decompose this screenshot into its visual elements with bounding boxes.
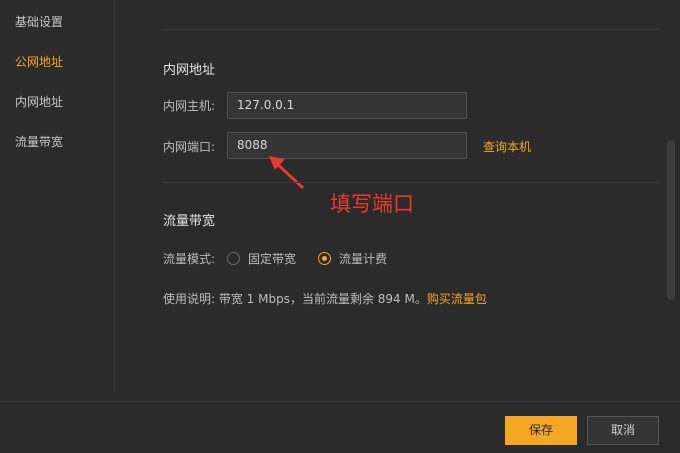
settings-content: 内网地址 内网主机: 127.0.0.1 内网端口: 8088 查询本机 填写端… — [115, 0, 666, 400]
dialog-footer: 保存 取消 — [0, 401, 680, 453]
sidebar-item-public-address[interactable]: 公网地址 — [15, 53, 63, 70]
bandwidth-section-title: 流量带宽 — [163, 214, 216, 229]
usage-text: 使用说明: 带宽 1 Mbps，当前流量剩余 894 M。 — [163, 292, 427, 306]
sidebar-item-bandwidth[interactable]: 流量带宽 — [15, 133, 63, 150]
cancel-button[interactable]: 取消 — [587, 416, 659, 445]
radio-traffic-billing[interactable]: 流量计费 — [318, 250, 387, 267]
radio-checked-icon — [318, 252, 332, 265]
buy-traffic-link[interactable]: 购买流量包 — [427, 292, 487, 306]
radio-traffic-billing-label: 流量计费 — [339, 252, 388, 266]
annotation-arrow-icon — [269, 156, 305, 190]
intranet-section-title: 内网地址 — [163, 63, 216, 78]
sidebar-item-intranet-address[interactable]: 内网地址 — [15, 93, 63, 110]
traffic-mode-label: 流量模式: — [163, 252, 216, 266]
radio-fixed-bandwidth[interactable]: 固定带宽 — [227, 250, 296, 267]
usage-description: 使用说明: 带宽 1 Mbps，当前流量剩余 894 M。购买流量包 — [163, 290, 487, 307]
intranet-port-label: 内网端口: — [163, 140, 216, 154]
intranet-port-input[interactable]: 8088 — [227, 132, 467, 159]
intranet-host-input[interactable]: 127.0.0.1 — [227, 92, 467, 119]
divider — [163, 29, 660, 30]
sidebar: 基础设置 公网地址 内网地址 流量带宽 — [0, 0, 115, 392]
query-local-link[interactable]: 查询本机 — [483, 138, 531, 155]
divider — [163, 182, 660, 183]
intranet-host-label: 内网主机: — [163, 99, 216, 113]
save-button[interactable]: 保存 — [505, 416, 577, 445]
radio-fixed-bandwidth-label: 固定带宽 — [248, 252, 297, 266]
sidebar-item-basic-settings[interactable]: 基础设置 — [15, 13, 63, 30]
scrollbar[interactable] — [667, 140, 675, 300]
annotation-fill-port: 填写端口 — [330, 192, 414, 216]
radio-unchecked-icon — [227, 252, 240, 265]
traffic-mode-radio-group: 固定带宽 流量计费 — [227, 250, 409, 267]
